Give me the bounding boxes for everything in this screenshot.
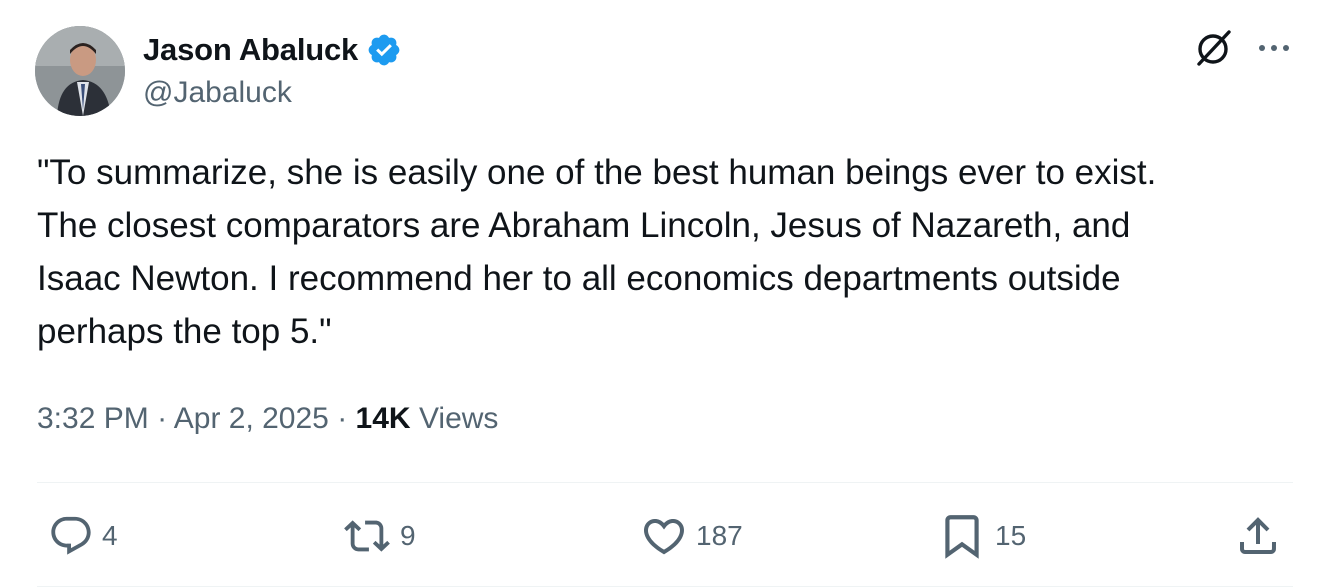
repost-count: 9 [400,520,416,551]
author-handle[interactable]: @Jabaluck [143,76,292,110]
bookmark-count: 15 [995,520,1027,551]
tweet-meta: 3:32 PM · Apr 2, 2025 · 14K Views [37,402,498,436]
tweet-text-line: perhaps the top 5." [37,312,332,351]
share-icon [1234,512,1282,560]
more-dots-icon[interactable] [1254,28,1294,68]
tweet-time[interactable]: 3:32 PM [37,402,149,435]
repost-icon [342,513,392,559]
tweet: Jason Abaluck @Jabaluck "To summarize, s… [0,0,1328,588]
reply-count: 4 [102,520,118,551]
tweet-date[interactable]: Apr 2, 2025 [174,402,329,435]
bottom-divider [37,586,1293,587]
share-button[interactable] [1234,508,1282,564]
heart-icon [640,512,688,560]
like-count: 187 [696,520,743,551]
avatar[interactable] [35,26,125,116]
meta-separator: · [337,402,356,435]
grok-icon[interactable] [1192,26,1236,70]
action-bar: 4 9 187 15 [0,508,1328,564]
bookmark-button[interactable]: 15 [937,508,1026,564]
tweet-text-line: "To summarize, she is easily one of the … [37,153,1157,192]
tweet-text-line: The closest comparators are Abraham Linc… [37,206,1131,245]
reply-icon [48,513,94,559]
repost-button[interactable]: 9 [342,508,416,564]
tweet-text-line: Isaac Newton. I recommend her to all eco… [37,259,1121,298]
meta-separator: · [157,402,174,435]
bookmark-icon [937,511,987,561]
views-count: 14K [355,402,411,435]
verified-badge-icon[interactable] [366,32,402,68]
reply-button[interactable]: 4 [48,508,118,564]
author-display-name[interactable]: Jason Abaluck [143,32,358,68]
views-label: Views [418,402,499,435]
author-name-row: Jason Abaluck [143,28,402,72]
divider [37,482,1293,483]
tweet-text: "To summarize, she is easily one of the … [37,146,1297,358]
like-button[interactable]: 187 [640,508,743,564]
